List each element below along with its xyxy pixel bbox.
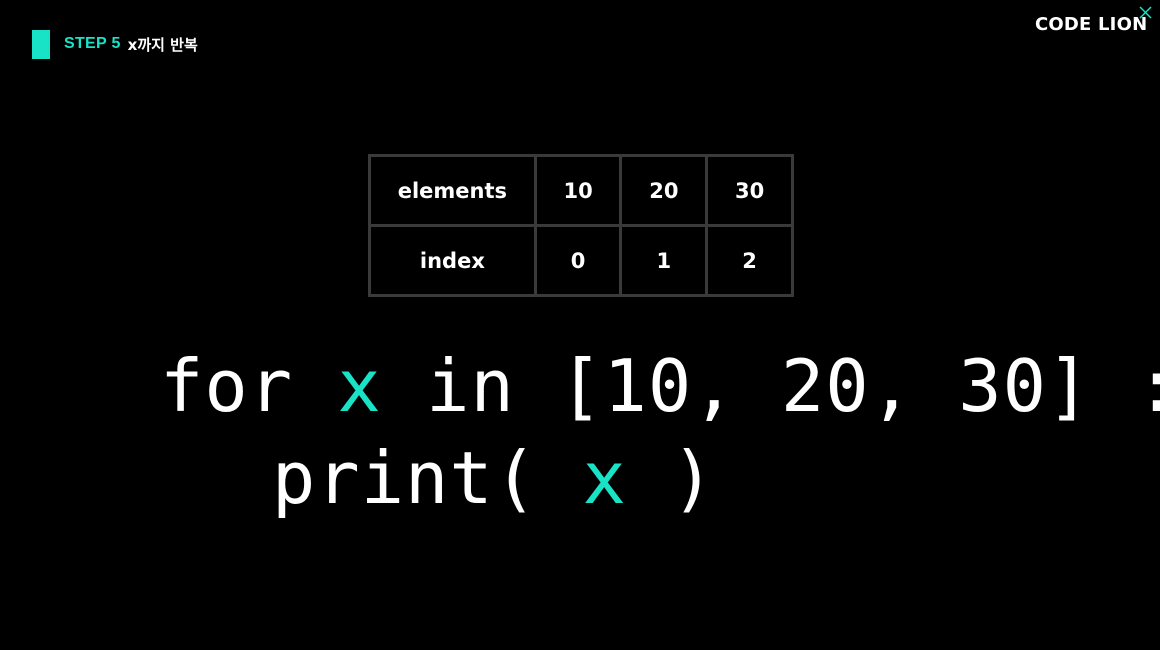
logo-x-icon <box>1139 6 1152 19</box>
step-label: STEP 5 <box>64 35 121 52</box>
step-header: STEP 5 x까지 반복 <box>32 29 198 59</box>
code-lion-logo: CODE LION <box>1035 6 1155 42</box>
code-line-for-loop: for x in [10, 20, 30] : <box>160 350 1160 422</box>
code-line-print: print( x ) <box>272 442 716 514</box>
elements-index-table: elements 10 20 30 index 0 1 2 <box>368 154 794 297</box>
table-cell: 2 <box>705 224 794 297</box>
code-text: in [10, 20, 30] : <box>381 344 1160 428</box>
table-row-elements: elements 10 20 30 <box>368 154 794 227</box>
step-marker <box>32 29 50 59</box>
table-cell: 1 <box>619 224 709 297</box>
code-text: print( <box>272 436 583 520</box>
table-cell: 10 <box>533 154 623 227</box>
table-header-cell: index <box>368 224 537 297</box>
logo-text: CODE LION <box>1035 14 1148 35</box>
code-text: for <box>160 344 338 428</box>
table-row-index: index 0 1 2 <box>368 224 794 297</box>
code-text: ) <box>626 436 716 520</box>
loop-variable: x <box>582 436 627 520</box>
loop-variable: x <box>337 344 382 428</box>
table-cell: 30 <box>705 154 794 227</box>
table-header-cell: elements <box>368 154 537 227</box>
step-title: x까지 반복 <box>127 35 198 54</box>
table-cell: 20 <box>619 154 709 227</box>
table-cell: 0 <box>533 224 623 297</box>
